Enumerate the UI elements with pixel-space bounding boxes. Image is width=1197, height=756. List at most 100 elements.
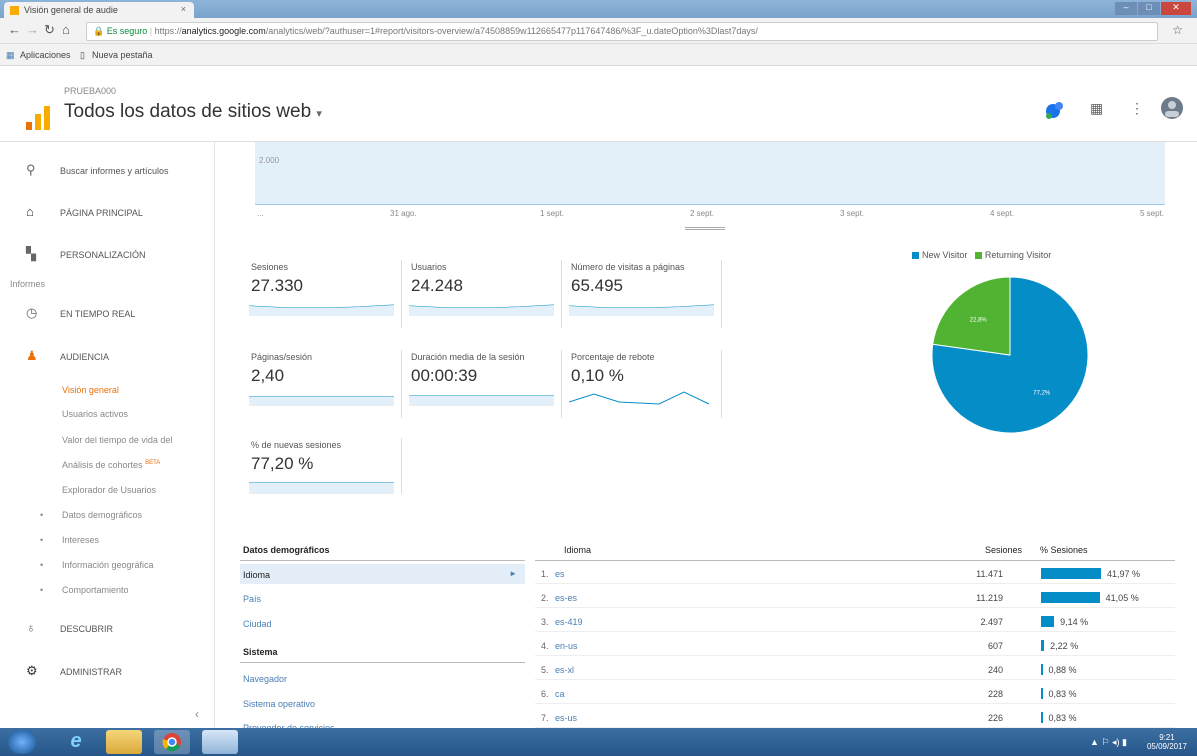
metric-users[interactable]: Usuarios 24.248 <box>407 254 557 318</box>
reports-heading: Informes <box>10 279 46 289</box>
tab-close-icon[interactable]: × <box>181 4 186 14</box>
close-window-button[interactable]: ✕ <box>1161 2 1191 15</box>
metric-sessions[interactable]: Sesiones 27.330 <box>247 254 397 318</box>
sidebar-search[interactable]: ⚲ Buscar informes y artículos <box>0 156 215 184</box>
clock-date: 05/09/2017 <box>1146 742 1187 751</box>
sidebar-sub-lifetime-value[interactable]: Valor del tiempo de vida del <box>62 435 172 445</box>
apps-grid-icon[interactable]: ▦ <box>1090 100 1103 117</box>
row-pct-bar <box>1041 616 1055 627</box>
bookmark-apps[interactable]: Aplicaciones <box>20 50 71 60</box>
view-selector[interactable]: Todos los datos de sitios web ▾ <box>64 101 322 123</box>
internet-explorer-icon[interactable]: e <box>58 730 94 754</box>
row-language-link[interactable]: ca <box>555 689 565 699</box>
column-header-pct-sessions[interactable]: % Sesiones <box>1040 545 1088 555</box>
row-sessions: 240 <box>987 665 1003 675</box>
window-controls: – □ ✕ <box>1114 2 1191 15</box>
sidebar-item-home[interactable]: ⌂ PÁGINA PRINCIPAL <box>0 198 215 226</box>
collapse-sidebar-icon[interactable]: ‹ <box>195 707 199 721</box>
property-label: PRUEBA000 <box>64 86 117 96</box>
demographics-item-country[interactable]: País <box>240 588 525 608</box>
metric-name: Porcentaje de rebote <box>571 352 655 362</box>
sidebar-sub-overview[interactable]: Visión general <box>62 385 119 395</box>
system-item-provider[interactable]: Proveedor de servicios <box>240 717 525 728</box>
metric-bounce-rate[interactable]: Porcentaje de rebote 0,10 % <box>567 344 717 408</box>
lightbulb-icon: ♁ <box>26 620 36 635</box>
start-button[interactable] <box>8 730 36 754</box>
system-item-browser[interactable]: Navegador <box>240 668 525 688</box>
sidebar-sub-user-explorer[interactable]: Explorador de Usuarios <box>62 485 156 495</box>
metric-sparkline <box>569 391 710 405</box>
legend-new-visitor[interactable]: New Visitor <box>912 250 967 260</box>
sidebar-sub-active-users[interactable]: Usuarios activos <box>62 409 128 419</box>
divider <box>401 350 402 418</box>
row-sessions: 11.219 <box>976 593 1003 603</box>
divider <box>721 260 722 328</box>
chart-drag-handle[interactable] <box>685 227 725 230</box>
file-explorer-icon[interactable] <box>106 730 142 754</box>
sidebar-item-admin[interactable]: ⚙ ADMINISTRAR <box>0 657 215 685</box>
sidebar-item-customization[interactable]: ▚ PERSONALIZACIÓN <box>0 240 215 268</box>
metric-value: 0,10 % <box>571 366 624 385</box>
row-pct: 9,14 % <box>1060 617 1089 627</box>
chart-x-tick: 2 sept. <box>690 209 715 218</box>
more-vert-icon[interactable]: ⋮ <box>1130 100 1144 117</box>
row-language-link[interactable]: es-us <box>555 713 577 723</box>
dashboard-icon: ▚ <box>26 246 36 261</box>
back-icon[interactable]: ← <box>8 22 21 37</box>
row-pct: 0,83 % <box>1048 713 1077 723</box>
forward-icon[interactable]: → <box>26 22 39 37</box>
sidebar-group-interests[interactable]: Intereses <box>62 535 99 545</box>
chart-x-tick: ... <box>257 209 264 218</box>
metric-new-sessions[interactable]: % de nuevas sesiones 77,20 % <box>247 432 397 496</box>
gear-icon: ⚙ <box>26 663 38 678</box>
sidebar-item-audience[interactable]: ♟ AUDIENCIA <box>0 342 215 370</box>
windows-taskbar: e ▲ ⚐ ◂) ▮ 9:21 05/09/2017 <box>0 728 1197 756</box>
bookmark-new-tab[interactable]: Nueva pestaña <box>92 50 153 60</box>
column-header-sessions[interactable]: Sesiones <box>985 545 1022 555</box>
url-field[interactable]: 🔒 Es seguro | https://analytics.google.c… <box>86 22 1158 41</box>
avatar[interactable] <box>1160 96 1184 125</box>
minimize-button[interactable]: – <box>1115 2 1137 15</box>
clock[interactable]: 9:21 05/09/2017 <box>1147 733 1187 751</box>
visitor-type-pie-chart: 77,2% 22,8% <box>931 276 1089 434</box>
bookmark-star-icon[interactable]: ☆ <box>1172 23 1183 37</box>
notifications-icon[interactable] <box>1044 100 1066 125</box>
paint-app-icon[interactable] <box>202 730 238 754</box>
row-sessions: 607 <box>987 641 1003 651</box>
divider <box>401 260 402 328</box>
row-language-link[interactable]: es-xl <box>555 665 574 675</box>
row-language-link[interactable]: en-us <box>555 641 578 651</box>
legend-returning-visitor[interactable]: Returning Visitor <box>974 250 1051 260</box>
chart-x-tick: 31 ago. <box>390 209 417 218</box>
row-language-link[interactable]: es-419 <box>555 617 583 627</box>
metric-sparkline <box>569 304 714 316</box>
row-language-link[interactable]: es-es <box>555 593 577 603</box>
sidebar-item-realtime[interactable]: ◷ EN TIEMPO REAL <box>0 299 215 327</box>
sidebar-group-demographics[interactable]: Datos demográficos <box>62 510 142 520</box>
bookmarks-bar: ▦ Aplicaciones ▯ Nueva pestaña <box>0 44 1197 66</box>
sidebar-group-geo[interactable]: Información geográfica <box>62 560 154 570</box>
sidebar-sub-cohort[interactable]: Análisis de cohortes BETA <box>62 460 160 470</box>
url-scheme: https:// <box>154 26 182 36</box>
column-header-language[interactable]: Idioma <box>564 545 591 555</box>
browser-tab[interactable]: Visión general de audie × <box>4 2 194 18</box>
row-language-link[interactable]: es <box>555 569 565 579</box>
sidebar-item-discover[interactable]: ♁ DESCUBRIR <box>0 614 215 642</box>
demographics-item-city[interactable]: Ciudad <box>240 613 525 633</box>
metric-pages-per-session[interactable]: Páginas/sesión 2,40 <box>247 344 397 408</box>
home-icon[interactable]: ⌂ <box>62 22 70 37</box>
system-item-os[interactable]: Sistema operativo <box>240 693 525 713</box>
row-pct-bar <box>1041 664 1043 675</box>
metric-pageviews[interactable]: Número de visitas a páginas 65.495 <box>567 254 717 318</box>
demographics-item-language[interactable]: Idioma ► <box>240 564 525 584</box>
reload-icon[interactable]: ↻ <box>44 22 55 38</box>
sidebar: ⚲ Buscar informes y artículos ⌂ PÁGINA P… <box>0 142 215 728</box>
metric-name: Duración media de la sesión <box>411 352 525 362</box>
screen: Visión general de audie × – □ ✕ ← → ↻ ⌂ 🔒 … <box>0 0 1197 756</box>
maximize-button[interactable]: □ <box>1138 2 1160 15</box>
chrome-icon[interactable] <box>154 730 190 754</box>
divider <box>561 350 562 418</box>
metric-avg-session-duration[interactable]: Duración media de la sesión 00:00:39 <box>407 344 557 408</box>
sidebar-group-behavior[interactable]: Comportamiento <box>62 585 129 595</box>
pie-slice-returning-visitor[interactable] <box>932 276 1011 356</box>
